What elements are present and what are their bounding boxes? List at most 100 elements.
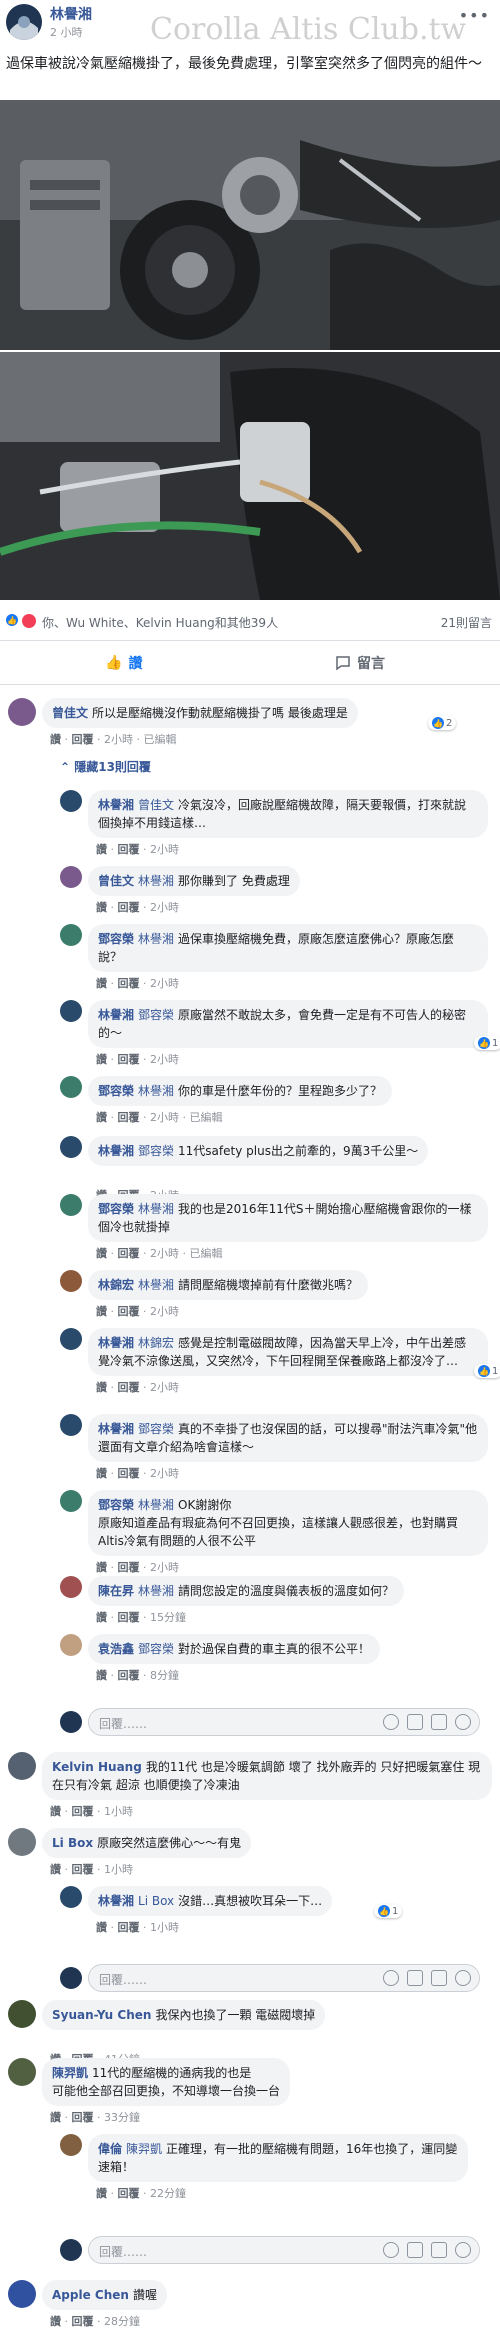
comments-count[interactable]: 21則留言 xyxy=(441,614,492,631)
commenter-avatar[interactable] xyxy=(60,1270,82,1292)
comment-reply-link[interactable]: 回覆 xyxy=(72,2315,94,2328)
comment-author[interactable]: 陳在昇 xyxy=(98,1584,134,1598)
comment-reply-link[interactable]: 回覆 xyxy=(118,1381,140,1394)
commenter-avatar[interactable] xyxy=(60,1328,82,1350)
comment-time[interactable]: 15分鐘 xyxy=(150,1611,186,1624)
comment-author[interactable]: 林譽湘 xyxy=(98,1144,134,1158)
comment-author[interactable]: 林錦宏 xyxy=(98,1278,134,1292)
comment-like-link[interactable]: 讚 xyxy=(50,1863,61,1876)
comment-mention[interactable]: 林譽湘 xyxy=(138,1202,174,1216)
comment-like-count[interactable]: 👍 2 xyxy=(428,716,457,730)
comment-mention[interactable]: 鄧容榮 xyxy=(138,1422,174,1436)
comment-like-link[interactable]: 讚 xyxy=(50,1805,61,1818)
post-author[interactable]: 林譽湘 xyxy=(50,4,92,24)
comment-mention[interactable]: 林譽湘 xyxy=(138,1498,174,1512)
comment-reply-link[interactable]: 回覆 xyxy=(118,977,140,990)
comment-reply-link[interactable]: 回覆 xyxy=(118,1669,140,1682)
comment-reply-link[interactable]: 回覆 xyxy=(118,2187,140,2200)
comment-author[interactable]: 鄧容榮 xyxy=(98,1084,134,1098)
commenter-avatar[interactable] xyxy=(60,1194,82,1216)
comment-reply-link[interactable]: 回覆 xyxy=(72,1805,94,1818)
reaction-summary[interactable]: 👍 你、Wu White、Kelvin Huang和其他39人 21則留言 xyxy=(0,608,500,638)
commenter-avatar[interactable] xyxy=(60,1000,82,1022)
comment-time[interactable]: 2小時 xyxy=(150,843,179,856)
comment-mention[interactable]: 林譽湘 xyxy=(138,874,174,888)
comment-mention[interactable]: 曾佳文 xyxy=(138,798,174,812)
sticker-icon[interactable] xyxy=(455,1970,471,1986)
comment-time[interactable]: 1小時 xyxy=(104,1805,133,1818)
like-button[interactable]: 👍 讚 xyxy=(105,648,142,678)
commenter-avatar[interactable] xyxy=(60,1886,82,1908)
commenter-avatar[interactable] xyxy=(8,1752,36,1780)
comment-time[interactable]: 2小時 xyxy=(150,1561,179,1574)
comment-author[interactable]: Li Box xyxy=(52,1836,93,1850)
comment-like-count[interactable]: 👍 1 xyxy=(374,1904,403,1918)
comment-reply-link[interactable]: 回覆 xyxy=(118,1305,140,1318)
comment-author[interactable]: 鄧容榮 xyxy=(98,1498,134,1512)
camera-icon[interactable] xyxy=(407,1714,423,1730)
emoji-icon[interactable] xyxy=(383,2242,399,2258)
comment-mention[interactable]: Li Box xyxy=(138,1894,174,1908)
comment-mention[interactable]: 陳羿凱 xyxy=(126,2142,162,2156)
comment-reply-link[interactable]: 回覆 xyxy=(72,733,94,746)
comment-like-link[interactable]: 讚 xyxy=(96,1669,107,1682)
commenter-avatar[interactable] xyxy=(60,1576,82,1598)
sticker-icon[interactable] xyxy=(455,2242,471,2258)
post-photo-engine-bay[interactable] xyxy=(0,100,500,350)
camera-icon[interactable] xyxy=(407,2242,423,2258)
comment-reply-link[interactable]: 回覆 xyxy=(118,843,140,856)
comment-author[interactable]: 林譽湘 xyxy=(98,1008,134,1022)
comment-author[interactable]: 袁浩鑫 xyxy=(98,1642,134,1656)
gif-icon[interactable] xyxy=(431,1970,447,1986)
comment-like-link[interactable]: 讚 xyxy=(96,1247,107,1260)
comment-like-link[interactable]: 讚 xyxy=(96,1305,107,1318)
comment-reply-link[interactable]: 回覆 xyxy=(72,2111,94,2124)
comment-reply-link[interactable]: 回覆 xyxy=(118,1053,140,1066)
comment-author[interactable]: 林譽湘 xyxy=(98,798,134,812)
comment-reply-link[interactable]: 回覆 xyxy=(118,1921,140,1934)
comment-like-link[interactable]: 讚 xyxy=(96,843,107,856)
comment-time[interactable]: 2小時 xyxy=(150,901,179,914)
commenter-avatar[interactable] xyxy=(8,1828,36,1856)
comment-mention[interactable]: 鄧容榮 xyxy=(138,1642,174,1656)
comment-author[interactable]: 林譽湘 xyxy=(98,1894,134,1908)
comment-reply-link[interactable]: 回覆 xyxy=(118,1247,140,1260)
hide-replies-link[interactable]: ⌃ 隱藏13則回覆 xyxy=(60,758,151,775)
comment-time[interactable]: 1小時 xyxy=(150,1921,179,1934)
comment-time[interactable]: 2小時 xyxy=(150,1467,179,1480)
comment-reply-link[interactable]: 回覆 xyxy=(118,901,140,914)
comment-author[interactable]: 曾佳文 xyxy=(98,874,134,888)
comment-author[interactable]: 陳羿凱 xyxy=(52,2066,88,2080)
comment-mention[interactable]: 林譽湘 xyxy=(138,1084,174,1098)
author-avatar[interactable] xyxy=(6,4,42,40)
comment-time[interactable]: 8分鐘 xyxy=(150,1669,179,1682)
comment-time[interactable]: 33分鐘 xyxy=(104,2111,140,2124)
emoji-icon[interactable] xyxy=(383,1970,399,1986)
comment-author[interactable]: 偉倫 xyxy=(98,2142,122,2156)
comment-like-link[interactable]: 讚 xyxy=(96,1561,107,1574)
comment-mention[interactable]: 林譽湘 xyxy=(138,932,174,946)
commenter-avatar[interactable] xyxy=(60,1634,82,1656)
gif-icon[interactable] xyxy=(431,1714,447,1730)
commenter-avatar[interactable] xyxy=(8,2058,36,2086)
comment-like-link[interactable]: 讚 xyxy=(96,977,107,990)
comment-like-link[interactable]: 讚 xyxy=(50,2111,61,2124)
comment-author[interactable]: 林譽湘 xyxy=(98,1336,134,1350)
comment-like-link[interactable]: 讚 xyxy=(96,1611,107,1624)
reaction-names[interactable]: 你、Wu White、Kelvin Huang和其他39人 xyxy=(42,614,278,631)
comment-time[interactable]: 22分鐘 xyxy=(150,2187,186,2200)
comment-like-link[interactable]: 讚 xyxy=(96,1921,107,1934)
comment-mention[interactable]: 林譽湘 xyxy=(138,1584,174,1598)
comment-author[interactable]: Syuan-Yu Chen xyxy=(52,2008,151,2022)
comment-button[interactable]: 留言 xyxy=(335,648,385,678)
gif-icon[interactable] xyxy=(431,2242,447,2258)
comment-mention[interactable]: 林譽湘 xyxy=(138,1278,174,1292)
emoji-icon[interactable] xyxy=(383,1714,399,1730)
comment-like-count[interactable]: 👍 1 xyxy=(474,1036,500,1050)
ellipsis-icon[interactable]: ••• xyxy=(459,6,490,25)
comment-reply-link[interactable]: 回覆 xyxy=(72,1863,94,1876)
comment-reply-link[interactable]: 回覆 xyxy=(118,1111,140,1124)
comment-author[interactable]: 曾佳文 xyxy=(52,706,88,720)
camera-icon[interactable] xyxy=(407,1970,423,1986)
comment-author[interactable]: 鄧容榮 xyxy=(98,1202,134,1216)
